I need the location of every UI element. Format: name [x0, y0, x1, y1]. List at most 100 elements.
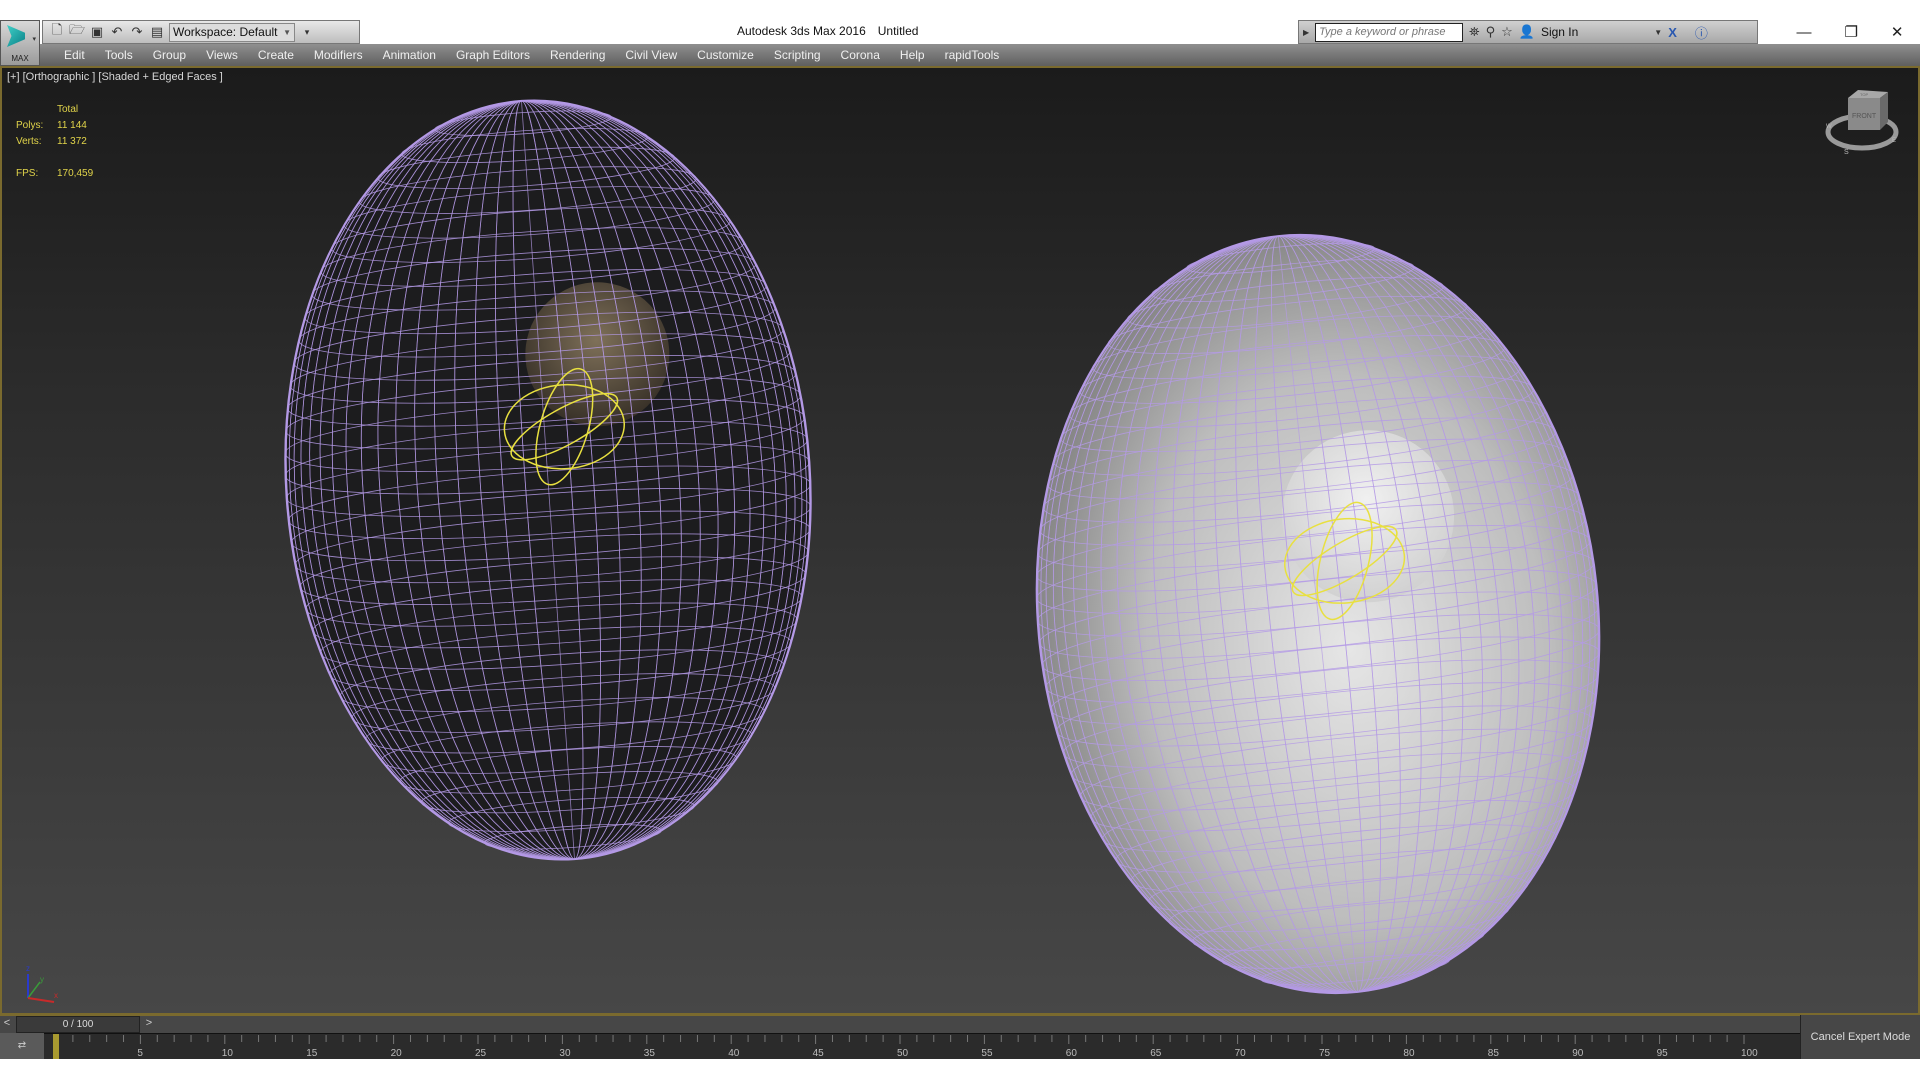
timeline-label: 100	[1741, 1048, 1758, 1059]
timeline-label: 40	[728, 1048, 740, 1059]
timeline-label: 10	[222, 1048, 234, 1059]
time-slider-thumb[interactable]: 0 / 100	[16, 1016, 140, 1033]
chevron-down-icon[interactable]: ▼	[1654, 28, 1662, 37]
new-file-icon[interactable]: 🗋	[49, 22, 65, 40]
fps-label: FPS:	[16, 168, 39, 179]
workspace-dropdown[interactable]: Workspace: Default ▼	[169, 22, 295, 42]
menu-create[interactable]: Create	[248, 48, 304, 62]
menu-animation[interactable]: Animation	[373, 48, 446, 62]
viewport-orthographic[interactable]: [+] [Orthographic ] [Shaded + Edged Face…	[0, 66, 1920, 1015]
timeline-label: 50	[897, 1048, 909, 1059]
timeline-label: 30	[559, 1048, 571, 1059]
polys-value: 11 144	[57, 120, 87, 131]
menu-views[interactable]: Views	[196, 48, 248, 62]
timeline-label: 55	[981, 1048, 993, 1059]
menu-scripting[interactable]: Scripting	[764, 48, 831, 62]
timeline-label: 75	[1319, 1048, 1331, 1059]
timeline-label: 5	[137, 1048, 143, 1059]
menu-group[interactable]: Group	[143, 48, 196, 62]
exchange-apps-icon[interactable]: X	[1668, 25, 1677, 40]
polys-label: Polys:	[16, 120, 44, 131]
workspace-label: Workspace: Default	[173, 24, 278, 39]
menu-graph-editors[interactable]: Graph Editors	[446, 48, 540, 62]
expand-icon[interactable]: ▶	[1303, 28, 1309, 37]
x-label: x	[54, 991, 58, 1000]
timeline-label: 15	[306, 1048, 318, 1059]
close-icon[interactable]: ✕	[1891, 23, 1904, 41]
binoculars-icon[interactable]: ⛯	[1469, 24, 1479, 40]
menu-rendering[interactable]: Rendering	[540, 48, 615, 62]
statistics-overlay: Total Polys: 11 144 Verts: 11 372 FPS: 170,…	[16, 102, 93, 182]
search-input[interactable]: Type a keyword or phrase	[1315, 22, 1464, 42]
time-slider[interactable]: < 0 / 100 >	[0, 1015, 1800, 1033]
fps-value: 170,459	[57, 168, 94, 179]
chevron-down-icon: ▼	[283, 27, 291, 37]
window-controls: — ❐ ✕	[1780, 20, 1920, 44]
scene-canvas[interactable]	[2, 68, 1918, 1013]
menu-edit[interactable]: Edit	[54, 48, 95, 62]
timeline-label: 35	[644, 1048, 656, 1059]
timeline-track[interactable]: 0510152025303540455055606570758085909510…	[44, 1033, 1800, 1059]
previous-frame-button[interactable]: <	[0, 1017, 14, 1032]
redo-icon[interactable]: ↷	[129, 24, 145, 40]
compass-s: S	[1844, 149, 1849, 156]
timeline-label: 45	[813, 1048, 825, 1059]
viewcube-top-label: TOP	[1860, 92, 1868, 97]
sign-in-button[interactable]: Sign In	[1541, 25, 1578, 39]
viewcube-side-face[interactable]	[1880, 92, 1888, 130]
timeline-label: 20	[391, 1048, 403, 1059]
timeline-label: 25	[475, 1048, 487, 1059]
curve-editor-toggle-icon[interactable]: ⇄	[0, 1033, 44, 1059]
quick-access-toolbar: 🗋 🗁 ▣ ↶ ↷ ▤ Workspace: Default ▼ ▾	[42, 20, 360, 44]
user-icon[interactable]: 👤	[1519, 24, 1535, 40]
open-folder-icon[interactable]: 🗁	[69, 22, 85, 40]
viewcube[interactable]: FRONT TOP W E S	[1822, 86, 1902, 158]
y-axis	[27, 981, 41, 999]
app-menu-button[interactable]: ▾ MAX	[0, 20, 40, 66]
project-folder-icon[interactable]: ▤	[149, 24, 165, 40]
verts-label: Verts:	[16, 136, 42, 147]
chevron-down-icon: ▾	[32, 36, 36, 43]
compass-w: W	[1826, 124, 1832, 130]
save-icon[interactable]: ▣	[89, 24, 105, 40]
menu-modifiers[interactable]: Modifiers	[304, 48, 373, 62]
menu-help[interactable]: Help	[890, 48, 935, 62]
timeline-label: 65	[1150, 1048, 1162, 1059]
compass-e: E	[1892, 138, 1896, 144]
stats-header: Total	[57, 104, 79, 115]
timeline-label: 95	[1657, 1048, 1669, 1059]
help-icon[interactable]: ⓘ	[1695, 23, 1708, 42]
axis-tripod: z y x	[26, 964, 58, 1003]
cancel-expert-mode-button[interactable]: Cancel Expert Mode	[1800, 1015, 1920, 1059]
mesh-outline	[1035, 233, 1601, 995]
menu-tools[interactable]: Tools	[95, 48, 143, 62]
menu-rapidtools[interactable]: rapidTools	[935, 48, 1010, 62]
viewport-label-menu[interactable]: [+] [Orthographic ] [Shaded + Edged Face…	[7, 71, 223, 83]
next-frame-button[interactable]: >	[142, 1017, 156, 1032]
app-name: Autodesk 3ds Max 2016	[737, 24, 866, 38]
max-logo-icon	[7, 25, 25, 47]
star-icon[interactable]: ☆	[1501, 24, 1513, 40]
x-axis	[27, 997, 55, 1003]
current-frame-marker[interactable]	[53, 1034, 59, 1059]
menu-civil-view[interactable]: Civil View	[615, 48, 687, 62]
timeline-label: 90	[1572, 1048, 1584, 1059]
window-title: Autodesk 3ds Max 2016 Untitled	[737, 24, 930, 38]
timeline-label: 85	[1488, 1048, 1500, 1059]
verts-value: 11 372	[57, 136, 87, 147]
customize-toolbar-icon[interactable]: ▾	[299, 24, 315, 40]
menu-bar: Edit Tools Group Views Create Modifiers Animat…	[0, 44, 1920, 66]
timeline-label: 80	[1403, 1048, 1415, 1059]
z-label: z	[26, 964, 30, 973]
satellite-icon[interactable]: ⚲	[1486, 24, 1496, 40]
menu-corona[interactable]: Corona	[831, 48, 890, 62]
restore-icon[interactable]: ❐	[1844, 23, 1857, 41]
shaded-object-right[interactable]	[1000, 207, 1636, 1013]
menu-customize[interactable]: Customize	[687, 48, 764, 62]
document-name: Untitled	[877, 24, 919, 38]
minimize-icon[interactable]: —	[1796, 24, 1811, 41]
wireframe-object-left[interactable]	[260, 83, 836, 878]
timeline-label: 70	[1235, 1048, 1247, 1059]
timeline-label: 60	[1066, 1048, 1078, 1059]
undo-icon[interactable]: ↶	[109, 24, 125, 40]
